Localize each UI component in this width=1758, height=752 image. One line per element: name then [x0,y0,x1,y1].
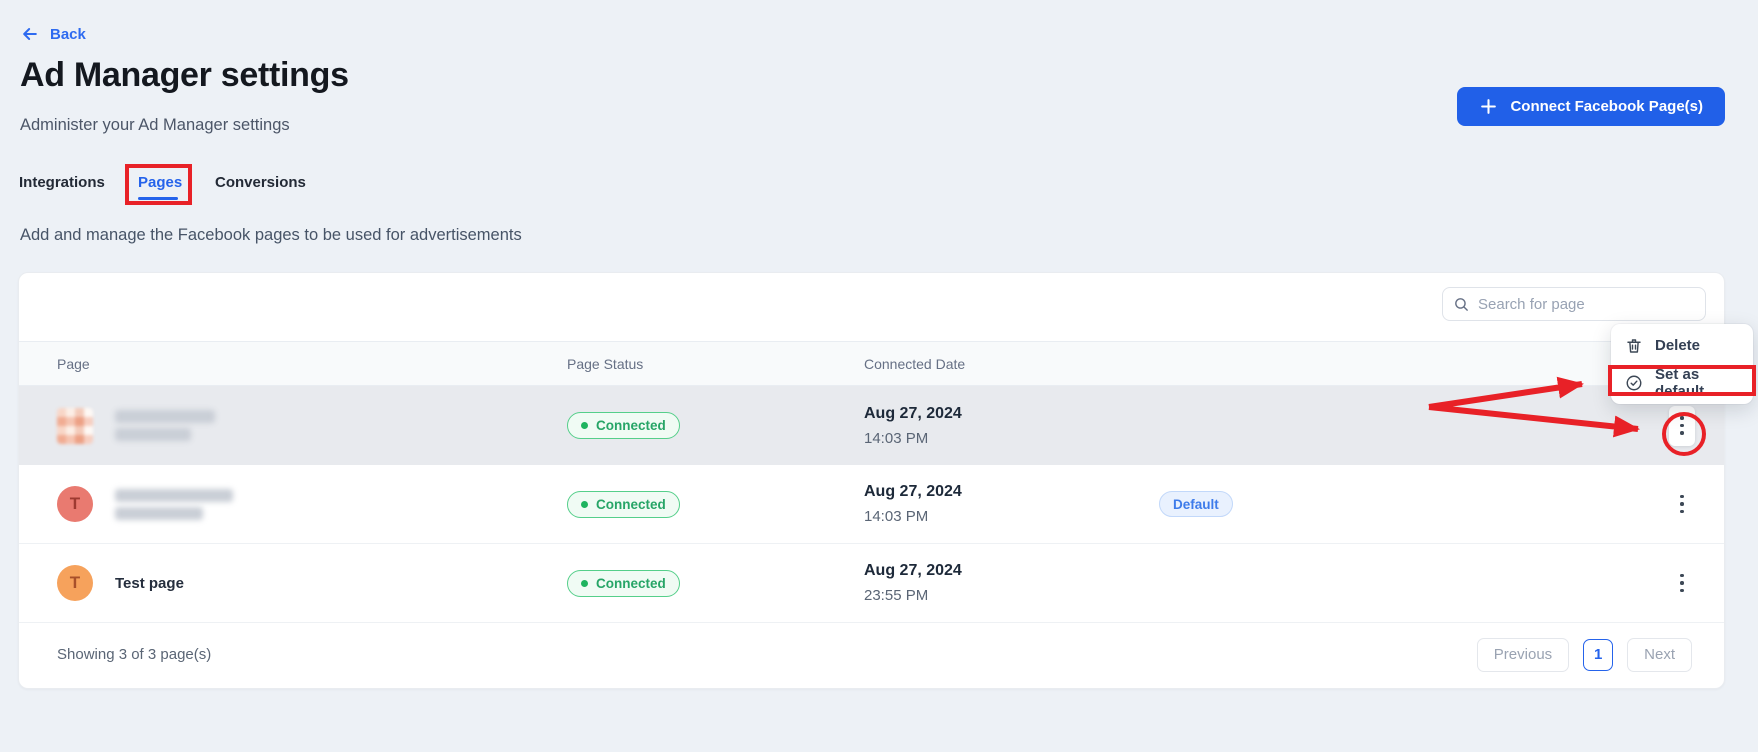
kebab-menu-icon [1680,574,1684,578]
redacted-page-name [115,410,215,441]
table-row: T Connected Aug 27, 2024 14:03 PM Defaul… [19,465,1724,544]
status-badge: Connected [567,570,680,597]
tab-conversions[interactable]: Conversions [215,174,306,191]
pages-table-card: Page Page Status Connected Date Connecte… [18,272,1725,689]
previous-page-button[interactable]: Previous [1477,638,1569,672]
tab-integrations[interactable]: Integrations [19,174,105,191]
column-header-page: Page [57,356,567,372]
status-badge: Connected [567,491,680,518]
connected-time: 14:03 PM [864,431,1141,446]
page-description: Add and manage the Facebook pages to be … [20,226,522,245]
avatar [57,408,93,444]
table-header-row: Page Page Status Connected Date [19,341,1724,386]
page-name: Test page [115,575,184,592]
arrow-left-icon [20,24,40,44]
pagination: Previous 1 Next [1477,638,1692,672]
table-footer: Showing 3 of 3 page(s) Previous 1 Next [19,621,1724,688]
page-title: Ad Manager settings [20,56,349,95]
back-label: Back [50,26,86,43]
status-dot-icon [581,501,588,508]
connected-date: Aug 27, 2024 [864,563,1141,579]
search-input[interactable] [1478,296,1695,313]
next-page-button[interactable]: Next [1627,638,1692,672]
page-subtitle: Administer your Ad Manager settings [20,116,290,135]
search-input-wrapper [1442,287,1706,321]
plus-icon [1479,97,1498,116]
connect-facebook-pages-button[interactable]: Connect Facebook Page(s) [1457,87,1725,126]
row-actions-kebab-button[interactable] [1669,484,1695,524]
status-dot-icon [581,422,588,429]
menu-item-set-as-default[interactable]: Set as default [1611,364,1753,401]
status-badge: Connected [567,412,680,439]
status-dot-icon [581,580,588,587]
table-row: T Test page Connected Aug 27, 2024 23:55… [19,544,1724,623]
kebab-menu-icon [1680,495,1684,499]
active-tab-underline [138,197,178,200]
connected-date: Aug 27, 2024 [864,484,1141,500]
row-context-menu: Delete Set as default [1611,324,1753,404]
menu-item-delete[interactable]: Delete [1611,327,1753,364]
avatar: T [57,486,93,522]
column-header-date: Connected Date [864,356,1141,372]
connected-date: Aug 27, 2024 [864,406,1141,422]
row-actions-kebab-button[interactable] [1669,406,1695,446]
trash-icon [1625,337,1643,355]
back-link[interactable]: Back [20,24,86,44]
check-circle-icon [1625,374,1643,392]
redacted-page-name [115,489,233,520]
tab-pages[interactable]: Pages [138,174,182,191]
row-actions-kebab-button[interactable] [1669,563,1695,603]
kebab-menu-icon [1680,416,1684,420]
connected-time: 14:03 PM [864,509,1141,524]
column-header-status: Page Status [567,356,864,372]
default-badge: Default [1159,491,1233,517]
avatar: T [57,565,93,601]
results-summary: Showing 3 of 3 page(s) [57,646,211,663]
search-icon [1453,296,1470,313]
table-row: Connected Aug 27, 2024 14:03 PM [19,386,1724,465]
page-number-button[interactable]: 1 [1583,639,1613,671]
connected-time: 23:55 PM [864,588,1141,603]
connect-button-label: Connect Facebook Page(s) [1510,98,1703,115]
